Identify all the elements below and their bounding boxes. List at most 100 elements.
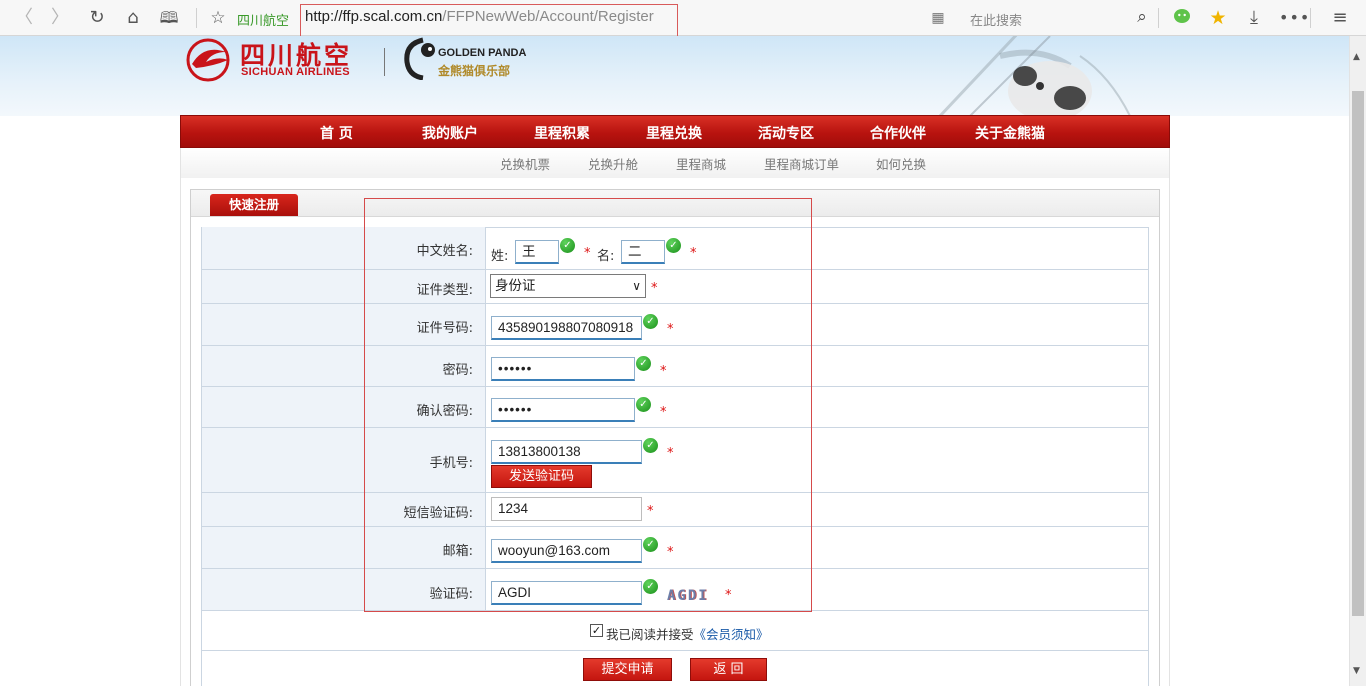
scroll-thumb[interactable]	[1352, 91, 1364, 616]
id-type-value: 身份证	[495, 278, 536, 294]
sub-nav: 兑换机票 兑换升舱 里程商城 里程商城订单 如何兑换	[180, 148, 1170, 178]
email-label: 邮箱:	[442, 544, 473, 559]
chinese-name-label: 中文姓名:	[416, 244, 473, 259]
given-name-input[interactable]: 二	[621, 240, 665, 264]
sichuan-airlines-logo-icon	[186, 38, 230, 82]
row-email: 邮箱:	[201, 527, 1149, 569]
scroll-up-icon[interactable]: ▲	[1353, 52, 1360, 62]
captcha-input[interactable]: AGDI	[491, 581, 642, 605]
nav-item-accrual[interactable]: 里程积累	[534, 123, 590, 143]
row-password: 密码:	[201, 346, 1149, 387]
agree-label: 我已阅读并接受	[606, 627, 694, 642]
forward-icon[interactable]: 〉	[48, 6, 72, 30]
password-label: 密码:	[442, 363, 473, 378]
more-icon[interactable]: •••	[1279, 6, 1309, 30]
nav-item-partners[interactable]: 合作伙伴	[870, 123, 926, 143]
home-icon[interactable]: ⌂	[121, 6, 145, 30]
toolbar-separator	[1310, 8, 1311, 28]
required-mark: *	[667, 446, 674, 461]
label-cell: 证件号码:	[202, 304, 486, 345]
id-number-input[interactable]: 435890198807080918	[491, 316, 642, 340]
back-icon[interactable]: 〈	[12, 6, 36, 30]
email-input[interactable]: wooyun@163.com	[491, 539, 642, 563]
sms-code-label: 短信验证码:	[403, 506, 473, 521]
qr-icon[interactable]: ▦	[926, 6, 950, 30]
agree-statement: 我已阅读并接受《会员须知》	[606, 624, 769, 643]
password-input[interactable]: ••••••	[491, 357, 635, 381]
valid-check-icon: ✓	[636, 356, 651, 371]
chevron-down-icon: ∨	[632, 279, 641, 293]
required-mark: *	[647, 504, 654, 519]
favorites-icon[interactable]: ★	[1206, 6, 1230, 30]
nav-item-about[interactable]: 关于金熊猫	[975, 123, 1045, 143]
row-sms-code: 短信验证码:	[201, 493, 1149, 527]
mobile-input[interactable]: 13813800138	[491, 440, 642, 464]
sub-nav-ticket[interactable]: 兑换机票	[500, 154, 550, 173]
required-mark: *	[660, 364, 667, 379]
sub-nav-mall[interactable]: 里程商城	[676, 154, 726, 173]
valid-check-icon: ✓	[636, 397, 651, 412]
agree-checkbox[interactable]: ✓	[590, 624, 603, 637]
confirm-password-input[interactable]: ••••••	[491, 398, 635, 422]
required-mark: *	[660, 405, 667, 420]
valid-check-icon: ✓	[643, 314, 658, 329]
nav-item-account[interactable]: 我的账户	[422, 123, 478, 143]
site-name: 四川航空	[237, 14, 290, 29]
panda-bamboo-art-icon	[938, 36, 1131, 116]
sub-nav-mall-orders[interactable]: 里程商城订单	[764, 154, 839, 173]
label-cell: 密码:	[202, 346, 486, 386]
reload-icon[interactable]: ↻	[85, 6, 109, 30]
id-type-select[interactable]: 身份证 ∨	[490, 274, 646, 298]
panel-header	[191, 190, 1159, 217]
page-scrollbar[interactable]: ▲ ▼	[1349, 36, 1366, 686]
required-mark: *	[584, 246, 591, 261]
send-code-button[interactable]: 发送验证码	[491, 465, 592, 488]
required-mark: *	[651, 281, 658, 296]
required-mark: *	[690, 246, 697, 261]
row-mobile: 手机号:	[201, 428, 1149, 493]
submit-button[interactable]: 提交申请	[583, 658, 672, 681]
nav-item-redemption[interactable]: 里程兑换	[646, 123, 702, 143]
valid-check-icon: ✓	[560, 238, 575, 253]
tab-quick-register[interactable]: 快速注册	[210, 194, 298, 216]
sub-nav-how-to[interactable]: 如何兑换	[876, 154, 926, 173]
browser-search-input[interactable]: 在此搜索 ⌕	[960, 2, 1156, 34]
captcha-label: 验证码:	[429, 587, 473, 602]
id-number-label: 证件号码:	[416, 321, 473, 336]
row-id-number: 证件号码:	[201, 304, 1149, 346]
reader-icon[interactable]: 🕮	[157, 6, 181, 30]
wechat-icon[interactable]	[1170, 6, 1194, 30]
label-cell: 手机号:	[202, 428, 486, 492]
logo-divider	[384, 48, 385, 76]
search-icon[interactable]: ⌕	[1130, 5, 1154, 29]
label-cell: 验证码:	[202, 569, 486, 610]
label-cell: 确认密码:	[202, 387, 486, 427]
golden-panda-logo-en: GOLDEN PANDA	[438, 47, 527, 59]
golden-panda-logo-cn: 金熊猫俱乐部	[438, 64, 511, 78]
download-icon[interactable]: ⤓	[1242, 6, 1266, 30]
bookmark-star-icon[interactable]: ☆	[206, 6, 230, 30]
row-id-type: 证件类型:	[201, 270, 1149, 304]
toolbar-separator	[196, 8, 197, 28]
captcha-image[interactable]: AGDI	[667, 585, 719, 607]
surname-input[interactable]: 王	[515, 240, 559, 264]
given-name-label: 名:	[597, 249, 615, 264]
back-button[interactable]: 返 回	[690, 658, 767, 681]
nav-item-promotions[interactable]: 活动专区	[758, 123, 814, 143]
label-cell: 中文姓名:	[202, 227, 486, 269]
required-mark: *	[667, 545, 674, 560]
member-terms-link[interactable]: 《会员须知》	[694, 627, 769, 642]
sms-code-input[interactable]: 1234	[491, 497, 642, 521]
scroll-down-icon[interactable]: ▼	[1353, 666, 1360, 676]
menu-icon[interactable]: ≡	[1328, 6, 1352, 30]
nav-item-home[interactable]: 首 页	[320, 123, 353, 143]
valid-check-icon: ✓	[643, 579, 658, 594]
label-cell: 邮箱:	[202, 527, 486, 568]
toolbar-separator	[1158, 8, 1159, 28]
sichuan-logo-en: SICHUAN AIRLINES	[241, 66, 350, 78]
valid-check-icon: ✓	[666, 238, 681, 253]
search-placeholder: 在此搜索	[970, 14, 1023, 29]
label-cell: 证件类型:	[202, 270, 486, 303]
sub-nav-upgrade[interactable]: 兑换升舱	[588, 154, 638, 173]
surname-label: 姓:	[491, 249, 509, 264]
